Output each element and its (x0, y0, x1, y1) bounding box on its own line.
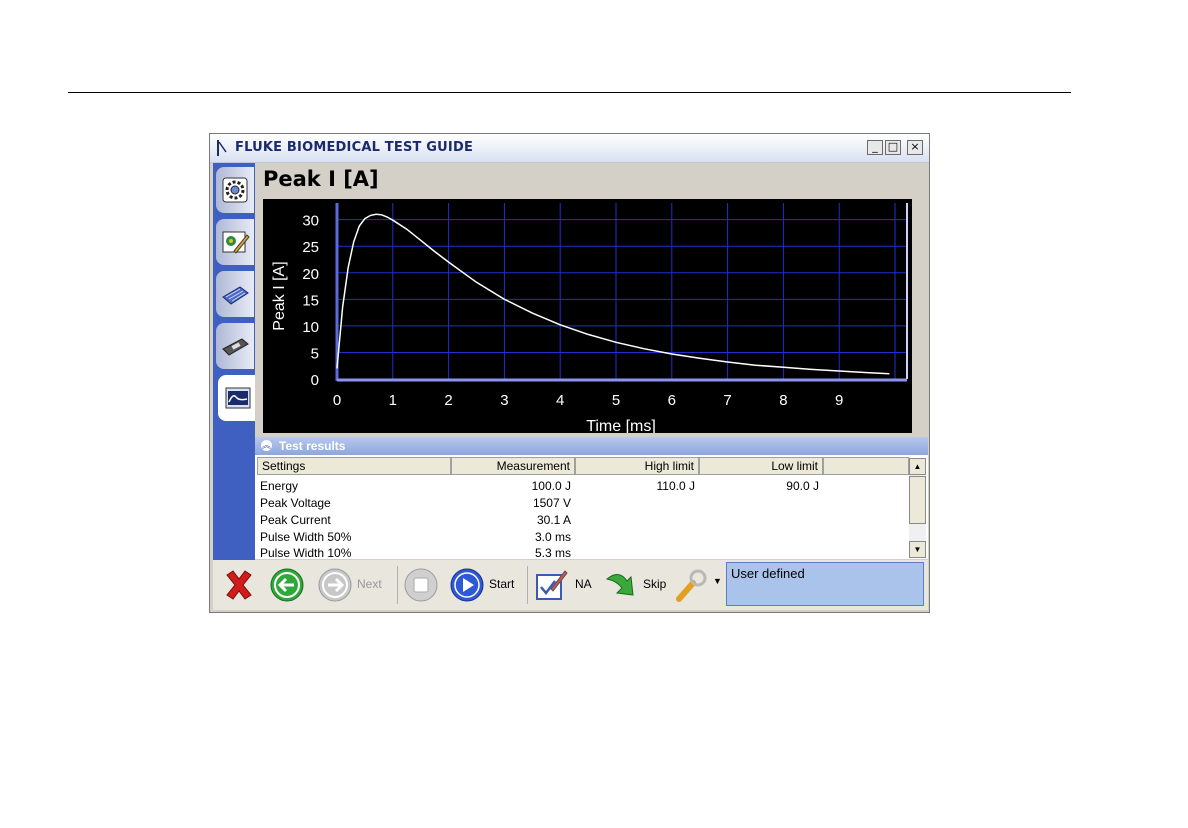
sidebar-tab-device[interactable] (216, 323, 254, 369)
table-cell-high-limit: 110.0 J (656, 479, 695, 493)
table-cell-setting: Peak Voltage (260, 496, 331, 510)
next-arrow-icon[interactable] (317, 567, 353, 603)
skip-button-label[interactable]: Skip (643, 577, 666, 591)
table-cell-setting: Pulse Width 50% (260, 530, 352, 544)
table-cell-measurement: 1507 V (532, 496, 571, 510)
table-cell-setting: Energy (260, 479, 299, 493)
y-tick-label: 10 (302, 319, 319, 336)
window-title: FLUKE BIOMEDICAL TEST GUIDE (235, 140, 474, 155)
table-cell-measurement: 3.0 ms (534, 530, 571, 544)
page-title: Peak I [A] (263, 167, 379, 191)
x-tick-label: 9 (835, 392, 843, 409)
app-window: FLUKE BIOMEDICAL TEST GUIDE _ □ × Peak I… (209, 133, 930, 613)
table-cell-measurement: 100.0 J (531, 479, 571, 493)
x-axis-label: Time [ms] (586, 418, 656, 433)
column-header-low-limit[interactable]: Low limit (699, 457, 823, 475)
x-tick-label: 0 (333, 392, 341, 409)
chart-svg: 0 1 2 3 4 5 6 7 8 9 0 5 10 15 20 25 30 Time [ms] Peak I [A… (271, 203, 908, 435)
device-icon (222, 338, 249, 356)
test-results-header[interactable]: ︽ Test results (255, 437, 928, 455)
minimize-button[interactable]: _ (867, 140, 883, 155)
y-tick-label: 20 (302, 266, 319, 283)
start-play-icon[interactable] (449, 567, 485, 603)
table-cell-measurement: 30.1 A (536, 513, 571, 527)
column-header-empty (823, 457, 909, 475)
na-checklist-icon[interactable] (533, 567, 569, 603)
tools-wrench-icon[interactable] (675, 567, 711, 603)
toolbar-separator (527, 566, 528, 604)
x-tick-label: 7 (723, 392, 731, 409)
y-tick-label: 0 (311, 372, 319, 389)
scroll-thumb[interactable] (909, 476, 926, 524)
close-window-button[interactable]: × (907, 140, 923, 155)
edit-pencil-icon (222, 231, 250, 254)
x-tick-label: 5 (612, 392, 620, 409)
sidebar (213, 163, 258, 560)
column-header-measurement[interactable]: Measurement (451, 457, 575, 475)
table-cell-setting: Peak Current (260, 513, 331, 527)
stop-icon[interactable] (403, 567, 439, 603)
scroll-up-button[interactable]: ▲ (909, 458, 926, 475)
x-tick-label: 2 (444, 392, 452, 409)
maximize-button[interactable]: □ (885, 140, 901, 155)
skip-arrow-icon[interactable] (603, 567, 639, 603)
fluke-logo-icon (217, 140, 227, 156)
abort-x-icon[interactable] (221, 567, 257, 603)
x-tick-label: 1 (389, 392, 397, 409)
y-tick-label: 25 (302, 239, 319, 256)
sidebar-tab-edit[interactable] (216, 219, 254, 265)
keyboard-icon (222, 286, 249, 305)
x-tick-label: 4 (556, 392, 564, 409)
test-results-label: Test results (279, 439, 346, 453)
back-arrow-icon[interactable] (269, 567, 305, 603)
table-cell-setting: Pulse Width 10% (260, 546, 352, 560)
series-line (336, 213, 890, 375)
status-box: User defined (726, 562, 924, 606)
y-tick-label: 30 (302, 213, 319, 230)
scroll-down-button[interactable]: ▼ (909, 541, 926, 558)
x-tick-label: 3 (500, 392, 508, 409)
dropdown-arrow-icon[interactable]: ▼ (713, 576, 722, 586)
results-scrollbar[interactable]: ▲ ▼ (909, 458, 926, 558)
table-cell-measurement: 5.3 ms (534, 546, 571, 560)
na-button-label[interactable]: NA (575, 577, 592, 591)
x-tick-label: 6 (668, 392, 676, 409)
waveform-icon (225, 387, 251, 409)
x-tick-label: 8 (779, 392, 787, 409)
start-button-label[interactable]: Start (489, 577, 514, 591)
column-header-settings[interactable]: Settings (257, 457, 451, 475)
bottom-toolbar: Next Start NA Skip ▼ User defined (213, 560, 928, 610)
sidebar-tab-setup[interactable] (216, 167, 254, 213)
table-cell-low-limit: 90.0 J (786, 479, 819, 493)
y-tick-label: 5 (311, 345, 319, 362)
sidebar-tab-waveform[interactable] (218, 375, 258, 421)
results-table: Settings Measurement High limit Low limi… (255, 455, 928, 560)
y-axis-label: Peak I [A] (271, 261, 288, 330)
y-tick-label: 15 (302, 292, 319, 309)
toolbar-separator (397, 566, 398, 604)
page-rule (68, 92, 1071, 93)
sidebar-tab-keyboard[interactable] (216, 271, 254, 317)
column-header-high-limit[interactable]: High limit (575, 457, 699, 475)
gear-eye-icon (222, 177, 248, 203)
next-button-label[interactable]: Next (357, 577, 382, 591)
collapse-chevron-icon[interactable]: ︽ (261, 440, 272, 451)
waveform-chart: 0 1 2 3 4 5 6 7 8 9 0 5 10 15 20 25 30 Time [ms] Peak I [A… (263, 199, 912, 435)
title-bar[interactable]: FLUKE BIOMEDICAL TEST GUIDE _ □ × (210, 134, 929, 163)
